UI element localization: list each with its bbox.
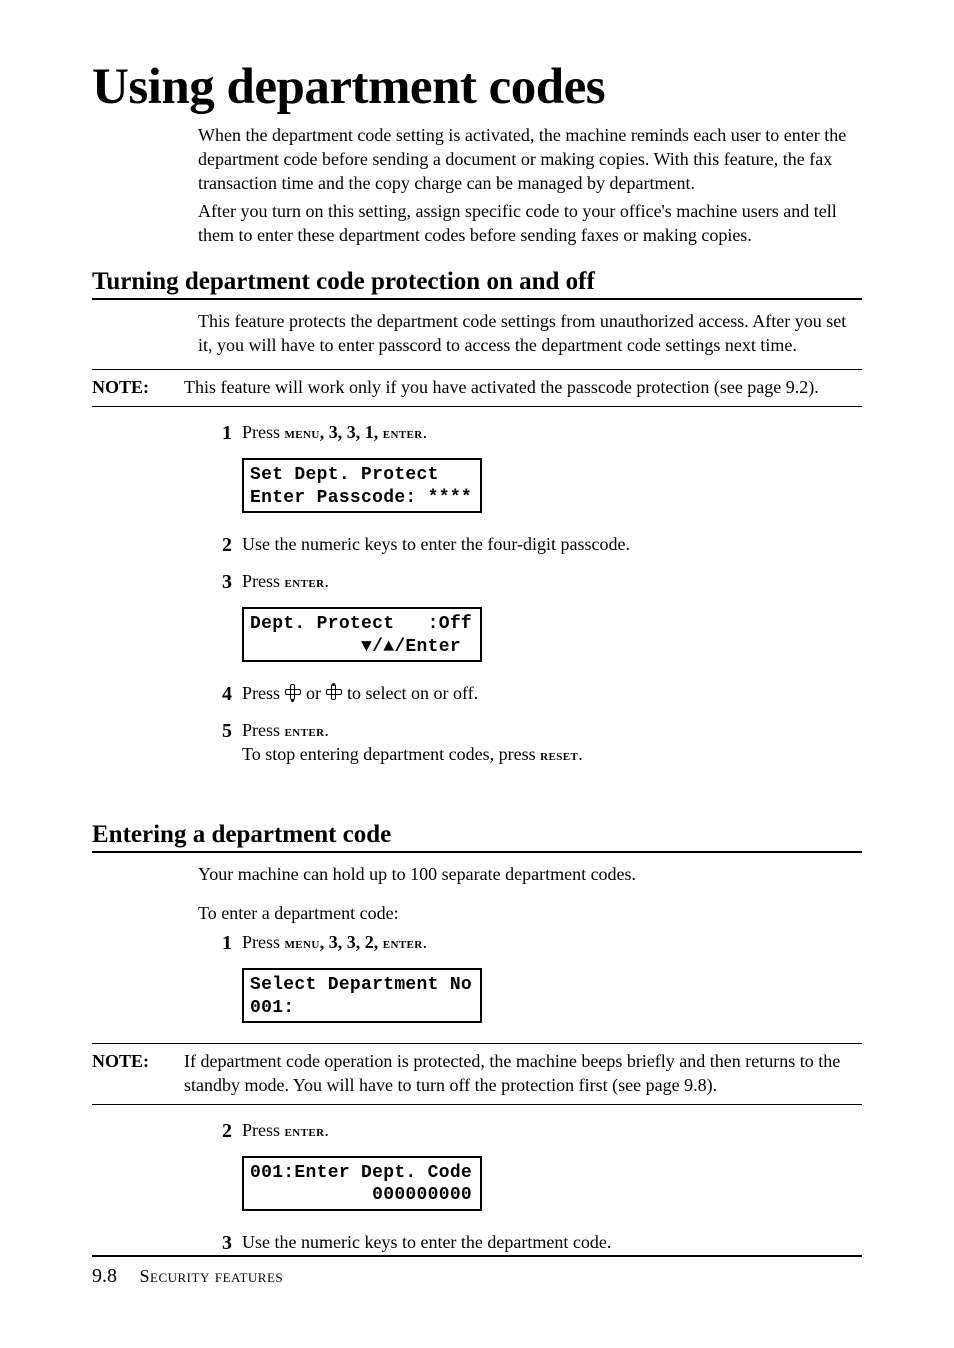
step-tail: . [324,571,329,591]
step-number: 2 [198,533,232,558]
section-rule [92,851,862,853]
note-label: NOTE: [92,376,184,400]
step-tail: . [324,720,329,740]
step-1: 1 Press menu, 3, 3, 1, enter. [198,421,862,446]
step-body: Use the numeric keys to enter the four-d… [242,533,862,557]
page-number: 9.8 [92,1265,117,1287]
key-menu: menu [285,935,320,952]
note-text: This feature will work only if you have … [184,376,854,400]
step-body: Press enter. To stop entering department… [242,719,862,767]
key-menu: menu [285,425,320,442]
step-tail: . [578,744,583,764]
dpad-up-icon [326,684,343,701]
step-tail: . [423,422,428,442]
key-enter: enter [285,574,325,591]
step-4: 4 Press or to select on or off. [198,682,862,707]
step-number: 3 [198,1231,232,1256]
key-seq: , 3, 3, 2, [320,932,383,952]
step-number: 2 [198,1119,232,1144]
step-5: 5 Press enter. To stop entering departme… [198,719,862,767]
step-text: To stop entering department codes, press [242,744,540,764]
step-1: 1 Press menu, 3, 3, 2, enter. [198,931,862,956]
section-heading-entering: Entering a department code [92,821,862,849]
step-tail: . [423,932,428,952]
section2-intro2: To enter a department code: [198,902,862,926]
intro-para-2: After you turn on this setting, assign s… [198,200,862,248]
step-3: 3 Use the numeric keys to enter the depa… [198,1231,862,1256]
step-text: Press [242,932,285,952]
step-number: 1 [198,931,232,956]
section1-intro: This feature protects the department cod… [198,310,862,358]
key-enter: enter [285,723,325,740]
step-number: 1 [198,421,232,446]
step-text: to select on or off. [343,683,479,703]
section2-intro1: Your machine can hold up to 100 separate… [198,863,862,887]
note-block: NOTE:If department code operation is pro… [92,1043,862,1105]
intro-block: When the department code setting is acti… [198,124,862,248]
lcd-display: 001:Enter Dept. Code 000000000 [242,1156,482,1211]
step-number: 3 [198,570,232,595]
step-text: Press [242,1120,285,1140]
step-body: Press enter. [242,570,862,594]
step-tail: . [324,1120,329,1140]
step-2: 2 Press enter. [198,1119,862,1144]
lcd-display: Set Dept. Protect Enter Passcode: **** [242,458,482,513]
step-text: or [302,683,326,703]
step-body: Press or to select on or off. [242,682,862,706]
section-heading-protection: Turning department code protection on an… [92,268,862,296]
step-body: Press enter. [242,1119,862,1143]
step-text: Press [242,422,285,442]
step-body: Use the numeric keys to enter the depart… [242,1231,862,1255]
page-footer: 9.8 Security features [92,1255,862,1288]
step-number: 4 [198,682,232,707]
lcd-display: Select Department No 001: [242,968,482,1023]
step-text: Press [242,720,285,740]
intro-para-1: When the department code setting is acti… [198,124,862,195]
key-enter: enter [383,425,423,442]
key-reset: reset [540,747,578,764]
dpad-down-icon [285,684,302,701]
page-title: Using department codes [92,58,862,116]
step-body: Press menu, 3, 3, 1, enter. [242,421,862,445]
step-3: 3 Press enter. [198,570,862,595]
key-seq: , 3, 3, 1, [320,422,383,442]
step-2: 2 Use the numeric keys to enter the four… [198,533,862,558]
section-rule [92,298,862,300]
step-text: Press [242,683,285,703]
step-text: Press [242,571,285,591]
key-enter: enter [285,1123,325,1140]
step-body: Press menu, 3, 3, 2, enter. [242,931,862,955]
key-enter: enter [383,935,423,952]
note-text: If department code operation is protecte… [184,1050,854,1098]
chapter-label: Security features [140,1266,284,1286]
lcd-display: Dept. Protect :Off ▼/▲/Enter [242,607,482,662]
note-label: NOTE: [92,1050,184,1074]
step-number: 5 [198,719,232,744]
note-block: NOTE:This feature will work only if you … [92,369,862,407]
